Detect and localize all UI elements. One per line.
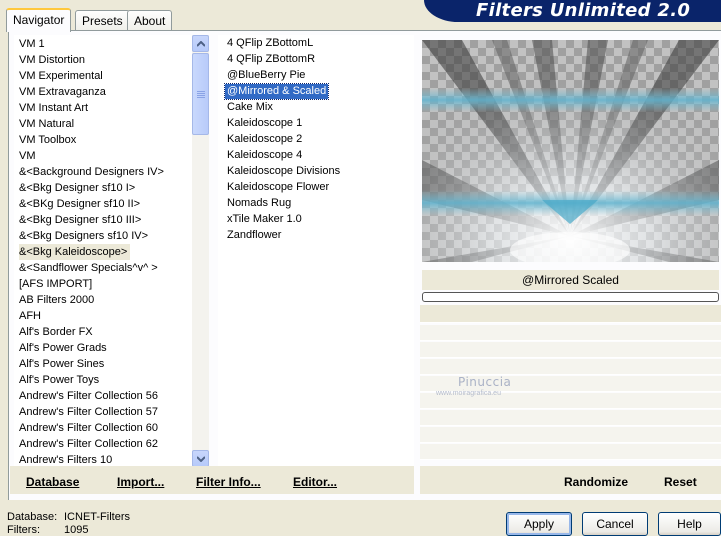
- app-title: Filters Unlimited 2.0: [476, 0, 691, 21]
- category-item[interactable]: Andrew's Filter Collection 60: [19, 420, 161, 436]
- editor-button-label: Editor...: [293, 475, 338, 489]
- watermark-url: www.moiragrafica.eu: [436, 390, 501, 397]
- parameter-row: [420, 325, 721, 341]
- category-item[interactable]: VM Extravaganza: [19, 84, 109, 100]
- category-item[interactable]: VM: [19, 148, 39, 164]
- filter-info-button[interactable]: Filter Info...: [196, 475, 261, 489]
- randomize-button[interactable]: Randomize: [564, 475, 628, 489]
- category-item[interactable]: &<Bkg Designers sf10 IV>: [19, 228, 151, 244]
- thumb-grip: [197, 97, 205, 98]
- watermark-name: Pinuccia: [458, 375, 512, 389]
- tab-about[interactable]: About: [127, 10, 173, 30]
- category-item[interactable]: AFH: [19, 308, 44, 324]
- category-item[interactable]: [AFS IMPORT]: [19, 276, 95, 292]
- filter-item[interactable]: Kaleidoscope 4: [225, 148, 304, 163]
- filter-item[interactable]: 4 QFlip ZBottomR: [225, 52, 317, 67]
- category-item[interactable]: VM Distortion: [19, 52, 88, 68]
- filter-item[interactable]: Kaleidoscope Divisions: [225, 164, 342, 179]
- filter-item[interactable]: 4 QFlip ZBottomL: [225, 36, 315, 51]
- scroll-up-button[interactable]: [192, 35, 209, 52]
- category-list[interactable]: VM 1 VM Distortion VM Experimental VM Extra…: [14, 35, 209, 467]
- scroll-down-arrow-icon: [197, 456, 205, 462]
- category-item[interactable]: &<Bkg Designer sf10 I>: [19, 180, 138, 196]
- category-item[interactable]: Alf's Border FX: [19, 324, 96, 340]
- category-item[interactable]: AB Filters 2000: [19, 292, 97, 308]
- preview-kaleidoscope-image: [422, 40, 719, 262]
- filter-info-button-label: Filter Info...: [196, 475, 261, 489]
- category-item[interactable]: Alf's Power Toys: [19, 372, 102, 388]
- import-button[interactable]: Import...: [117, 475, 164, 489]
- filter-item[interactable]: @BlueBerry Pie: [225, 68, 307, 83]
- category-item[interactable]: &<Bkg Designer sf10 III>: [19, 212, 144, 228]
- tab-presets[interactable]: Presets: [75, 10, 130, 30]
- status-database: Database: ICNET-Filters: [7, 511, 130, 523]
- category-item[interactable]: Alf's Power Sines: [19, 356, 107, 372]
- status-filters: Filters: 1095: [7, 524, 88, 536]
- cancel-button[interactable]: Cancel: [582, 512, 648, 536]
- tab-presets-label: Presets: [82, 14, 123, 28]
- category-item[interactable]: Andrew's Filters 10: [19, 452, 115, 467]
- preview-filter-name: @Mirrored Scaled: [422, 270, 719, 290]
- parameter-row: [420, 305, 721, 323]
- parameter-row: [420, 427, 721, 443]
- category-item[interactable]: VM 1: [19, 36, 48, 52]
- tab-about-label: About: [134, 14, 166, 28]
- category-item[interactable]: &<BKg Designer sf10 II>: [19, 196, 143, 212]
- scroll-up-arrow-icon: [197, 41, 205, 47]
- filter-item[interactable]: Zandflower: [225, 228, 283, 243]
- app-banner: Filters Unlimited 2.0: [424, 0, 721, 22]
- filter-preview-image: [422, 40, 719, 262]
- category-item[interactable]: &<Background Designers IV>: [19, 164, 167, 180]
- category-item[interactable]: VM Natural: [19, 116, 77, 132]
- category-item[interactable]: Andrew's Filter Collection 57: [19, 404, 161, 420]
- database-button[interactable]: Database: [26, 475, 79, 489]
- thumb-grip: [197, 93, 205, 94]
- filter-list[interactable]: 4 QFlip ZBottomL 4 QFlip ZBottomR @BlueBer…: [218, 35, 414, 467]
- parameter-row: [420, 359, 721, 375]
- apply-button-label: Apply: [523, 517, 555, 531]
- help-button-label: Help: [677, 517, 702, 531]
- apply-button[interactable]: Apply: [506, 512, 572, 536]
- cancel-button-label: Cancel: [596, 517, 634, 531]
- status-filters-label: Filters:: [7, 524, 40, 536]
- status-database-label: Database:: [7, 511, 58, 523]
- filter-item[interactable]: Kaleidoscope 2: [225, 132, 304, 147]
- database-button-label: Database: [26, 475, 80, 489]
- category-item[interactable]: &<Sandflower Specials^v^ >: [19, 260, 161, 276]
- randomize-button-label: Randomize: [564, 475, 629, 489]
- progress-bar: [422, 292, 719, 302]
- tab-navigator[interactable]: Navigator: [6, 8, 72, 32]
- thumb-grip: [197, 95, 205, 96]
- filter-item[interactable]: @Mirrored & Scaled: [223, 83, 330, 100]
- status-database-value: ICNET-Filters: [64, 511, 130, 523]
- reset-button[interactable]: Reset: [664, 475, 697, 489]
- editor-button[interactable]: Editor...: [293, 475, 337, 489]
- parameter-row: [420, 410, 721, 426]
- filter-item[interactable]: xTile Maker 1.0: [225, 212, 304, 227]
- category-item[interactable]: Andrew's Filter Collection 56: [19, 388, 161, 404]
- category-item[interactable]: Andrew's Filter Collection 62: [19, 436, 161, 452]
- category-item[interactable]: &<Bkg Kaleidoscope>: [19, 244, 131, 260]
- category-item[interactable]: VM Toolbox: [19, 132, 79, 148]
- filter-item[interactable]: Kaleidoscope 1: [225, 116, 304, 131]
- filter-item[interactable]: Kaleidoscope Flower: [225, 180, 331, 195]
- filter-item[interactable]: Cake Mix: [225, 100, 275, 115]
- scroll-down-button[interactable]: [192, 450, 209, 467]
- help-button[interactable]: Help: [658, 512, 721, 536]
- category-item[interactable]: VM Instant Art: [19, 100, 91, 116]
- category-item[interactable]: Alf's Power Grads: [19, 340, 110, 356]
- parameter-row: [420, 342, 721, 358]
- filter-item[interactable]: Nomads Rug: [225, 196, 293, 211]
- reset-button-label: Reset: [664, 475, 697, 489]
- thumb-grip: [197, 91, 205, 92]
- status-filters-value: 1095: [64, 524, 89, 536]
- category-item[interactable]: VM Experimental: [19, 68, 106, 84]
- scroll-thumb[interactable]: [192, 53, 209, 135]
- import-button-label: Import...: [117, 475, 165, 489]
- tab-navigator-label: Navigator: [13, 13, 65, 27]
- category-scrollbar[interactable]: [192, 35, 209, 467]
- parameter-row: [420, 444, 721, 460]
